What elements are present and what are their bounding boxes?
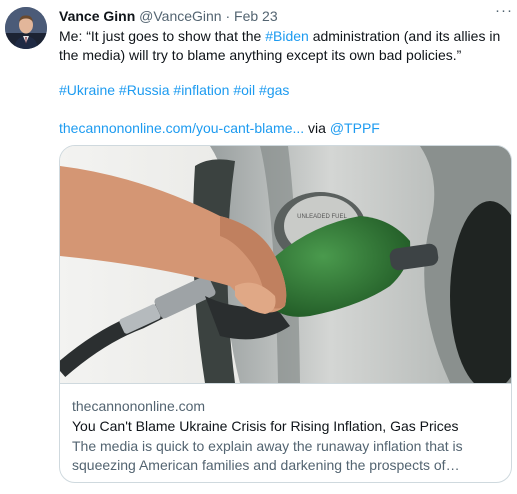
author-handle[interactable]: @VanceGinn (139, 8, 221, 24)
card-title: You Can't Blame Ukraine Crisis for Risin… (72, 418, 459, 434)
tweet-header: Vance Ginn @VanceGinn · Feb 23 (59, 6, 278, 26)
biden-hashtag-link[interactable]: #Biden (265, 28, 309, 44)
article-link[interactable]: thecannononline.com/you-cant-blame... (59, 120, 304, 136)
hashtag-oil[interactable]: #oil (233, 82, 255, 98)
tweet-text-before: Me: “It just goes to show that the (59, 28, 266, 44)
link-row: thecannononline.com/you-cant-blame... vi… (59, 119, 380, 138)
tweet-text: Me: “It just goes to show that the #Bide… (59, 27, 507, 65)
author-name[interactable]: Vance Ginn (59, 8, 135, 24)
via-handle-link[interactable]: @TPPF (330, 120, 380, 136)
hashtag-inflation[interactable]: #inflation (173, 82, 229, 98)
hashtag-row: #Ukraine #Russia #inflation #oil #gas (59, 81, 289, 100)
card-image[interactable]: UNLEADED FUEL (60, 146, 511, 383)
separator-dot: · (225, 8, 231, 24)
author-avatar[interactable] (5, 7, 47, 49)
hashtag-russia[interactable]: #Russia (119, 82, 170, 98)
via-label: via (308, 120, 326, 136)
card-domain: thecannononline.com (72, 398, 206, 414)
svg-text:UNLEADED FUEL: UNLEADED FUEL (297, 214, 347, 220)
card-description: The media is quick to explain away the r… (72, 438, 463, 473)
more-options-icon[interactable]: ··· (493, 2, 515, 24)
card-info[interactable]: thecannononline.com You Can't Blame Ukra… (60, 383, 511, 482)
tweet-date[interactable]: Feb 23 (234, 8, 278, 24)
hashtag-ukraine[interactable]: #Ukraine (59, 82, 115, 98)
tweet[interactable]: Vance Ginn @VanceGinn · Feb 23 ··· Me: “… (0, 0, 517, 494)
hashtag-gas[interactable]: #gas (259, 82, 289, 98)
link-preview-card[interactable]: UNLEADED FUEL thecannononline.com You Ca… (59, 145, 512, 483)
